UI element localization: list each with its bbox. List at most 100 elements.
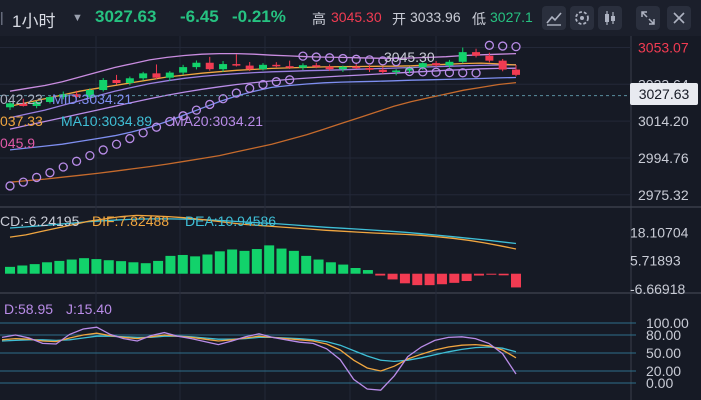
macd-bar — [79, 258, 90, 274]
sar-dot — [125, 133, 135, 144]
candle-body — [338, 66, 347, 70]
macd-legend: CD:-6.24195 — [0, 213, 80, 229]
candle-body — [272, 64, 281, 67]
macd-bar — [140, 263, 151, 274]
macd-bar — [42, 262, 53, 274]
candle-body — [325, 66, 334, 70]
sar-dot — [71, 156, 82, 166]
y-tick-label: 18.10704 — [630, 224, 689, 240]
ma5-legend: 037.33 — [0, 113, 43, 129]
macd-bar — [165, 255, 176, 274]
sar-dot — [498, 41, 508, 51]
candle-body — [458, 52, 467, 62]
macd-bar — [511, 273, 521, 288]
macd-bar — [103, 260, 114, 274]
sar-dot — [138, 128, 148, 138]
macd-bar — [54, 260, 65, 274]
dif-legend: DIF:7.82488 — [92, 213, 169, 229]
macd-bar — [177, 254, 188, 274]
candle-body — [125, 78, 134, 84]
sar-dot — [98, 145, 108, 155]
sar-dot — [18, 177, 28, 187]
candle-body — [365, 68, 374, 70]
candle-body — [232, 64, 241, 66]
macd-bar — [251, 249, 262, 274]
macd-bar — [128, 262, 139, 274]
macd-bar — [264, 245, 275, 274]
macd-bar — [412, 273, 423, 286]
macd-bar — [239, 250, 250, 274]
candle-body — [352, 66, 361, 69]
sar-dot — [111, 139, 122, 149]
kdj-d-legend: D:58.95 — [4, 301, 53, 317]
macd-bar — [486, 273, 497, 275]
macd-bar — [350, 268, 361, 274]
candle-body — [472, 52, 481, 56]
candle-body — [192, 62, 201, 68]
macd-bar — [91, 259, 102, 274]
macd-bar — [473, 273, 484, 276]
candle-body — [312, 65, 321, 67]
chart-canvas[interactable]: 3053.073033.643014.202994.762975.32 18.1… — [0, 0, 701, 400]
candle-body — [205, 62, 214, 70]
macd-bar — [362, 270, 373, 274]
sar-dot — [45, 168, 55, 178]
macd-bar — [338, 264, 349, 274]
sar-dot — [484, 40, 495, 50]
macd-bar — [313, 259, 324, 274]
y-tick-label: 80.00 — [646, 327, 681, 343]
boll-upper-legend: 042.23 — [0, 91, 43, 107]
macd-bar — [325, 262, 336, 274]
y-tick-label: 3014.20 — [638, 113, 689, 129]
kdj-panel: 100.0080.0050.0020.000.00 — [0, 315, 689, 391]
macd-bar — [288, 250, 299, 274]
current-price-tag-text: 3027.63 — [639, 86, 690, 102]
macd-bar — [399, 273, 410, 284]
macd-bar — [202, 254, 213, 274]
candle-body — [378, 69, 387, 73]
macd-bar — [214, 251, 225, 274]
macd-bar — [276, 248, 287, 274]
candle-body — [99, 79, 108, 91]
kdj-j-legend: J:15.40 — [66, 301, 112, 317]
candle-body — [259, 64, 267, 70]
candle-body — [219, 64, 228, 70]
candle-body — [165, 72, 174, 78]
candle-body — [112, 79, 121, 84]
candle-body — [152, 73, 161, 78]
sar-dot — [338, 53, 348, 64]
sar-dot — [364, 55, 375, 65]
sar-dot — [58, 162, 68, 172]
macd-bar — [387, 273, 398, 280]
macd-bar — [190, 256, 201, 274]
candle-body — [512, 69, 520, 75]
ma10-legend: MA10:3034.89 — [61, 113, 152, 129]
candle-body — [285, 66, 294, 68]
boll-mid-legend: MID:3034.21 — [52, 91, 132, 107]
candle-body — [498, 60, 507, 70]
candle-body — [485, 55, 494, 61]
sar-dot — [351, 54, 361, 64]
y-tick-label: 5.71893 — [630, 253, 681, 269]
candle-body — [179, 67, 188, 73]
macd-bar — [5, 266, 15, 274]
macd-bar — [66, 259, 77, 274]
macd-bar — [461, 273, 472, 282]
candle-body — [298, 65, 307, 68]
macd-bar — [301, 255, 312, 274]
macd-bar — [227, 249, 238, 274]
macd-bar — [449, 273, 460, 283]
y-tick-label: 2994.76 — [638, 150, 689, 166]
macd-bar — [375, 273, 386, 276]
sar-dot — [5, 181, 15, 191]
y-tick-label: 3053.07 — [638, 39, 689, 55]
candle-body — [392, 70, 401, 73]
y-tick-label: -6.66918 — [630, 281, 685, 297]
macd-bar — [29, 264, 40, 274]
dea-legend: DEA:10.94586 — [185, 213, 276, 229]
macd-bar — [424, 273, 435, 286]
macd-bar — [153, 260, 164, 274]
y-tick-label: 50.00 — [646, 345, 681, 361]
sar-dot — [245, 83, 255, 93]
candle-body — [139, 73, 148, 79]
